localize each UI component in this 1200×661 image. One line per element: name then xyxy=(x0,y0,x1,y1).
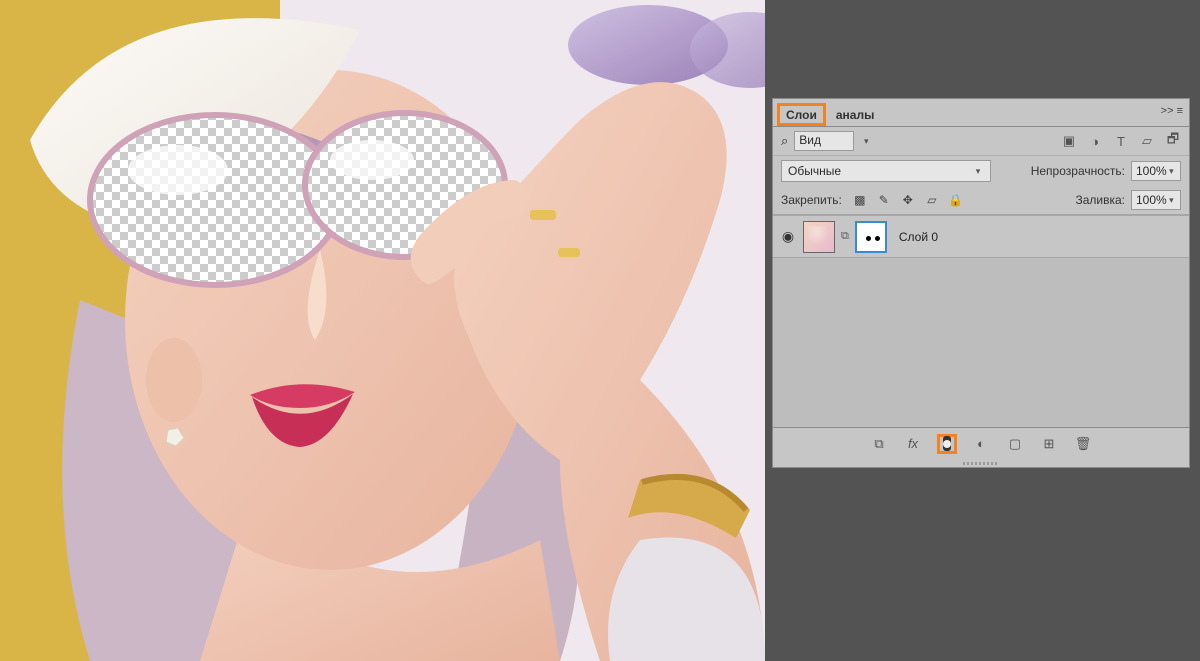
panel-footer: ⧉ fx ◐ ▢ ⊞ 🗑 xyxy=(773,427,1189,459)
delete-layer-icon[interactable]: 🗑 xyxy=(1073,434,1093,454)
tab-layers[interactable]: Слои xyxy=(777,103,826,126)
layer-list[interactable]: ◉ ⧉ Слой 0 xyxy=(773,215,1189,427)
filter-pixel-icon[interactable]: ▣ xyxy=(1061,133,1077,149)
fill-label: Заливка: xyxy=(1075,193,1125,207)
panel-tabs: Слои аналы >> ≡ xyxy=(773,99,1189,127)
search-icon: ⌕ xyxy=(781,133,788,149)
lock-label: Закрепить: xyxy=(781,193,842,207)
filter-smart-icon[interactable]: 🗗 xyxy=(1165,133,1181,149)
new-group-icon[interactable]: ▢ xyxy=(1005,434,1025,454)
filter-shape-icon[interactable]: ▱ xyxy=(1139,133,1155,149)
opacity-label: Непрозрачность: xyxy=(1031,164,1125,178)
add-mask-button[interactable] xyxy=(937,434,957,454)
tab-channels[interactable]: аналы xyxy=(826,103,884,126)
layer-filter-kind[interactable]: Вид xyxy=(794,131,854,151)
lock-all-icon[interactable]: 🔒 xyxy=(948,192,964,208)
lock-transparent-icon[interactable]: ▩ xyxy=(852,192,868,208)
layers-panel: Слои аналы >> ≡ ⌕ Вид ▾ ▣ ◑ T ▱ 🗗 Обычны… xyxy=(772,98,1190,468)
blend-mode-select[interactable]: Обычные▾ xyxy=(781,160,991,182)
mask-link-icon[interactable]: ⧉ xyxy=(841,230,849,243)
layer-filter-buttons: ▣ ◑ T ▱ 🗗 xyxy=(1061,133,1181,149)
panel-resize-grip[interactable] xyxy=(773,459,1189,467)
filter-type-icon[interactable]: T xyxy=(1113,133,1129,149)
visibility-icon[interactable]: ◉ xyxy=(779,228,797,245)
lock-artboard-icon[interactable]: ▱ xyxy=(924,192,940,208)
layer-search-row: ⌕ Вид ▾ ▣ ◑ T ▱ 🗗 xyxy=(773,127,1189,156)
editor-canvas[interactable] xyxy=(0,0,765,661)
lock-pixels-icon[interactable]: ✎ xyxy=(876,192,892,208)
link-layers-icon[interactable]: ⧉ xyxy=(869,434,889,454)
layer-name[interactable]: Слой 0 xyxy=(893,230,938,244)
fx-icon[interactable]: fx xyxy=(903,434,923,454)
new-layer-icon[interactable]: ⊞ xyxy=(1039,434,1059,454)
layer-mask-thumbnail[interactable] xyxy=(855,221,887,253)
blend-row: Обычные▾ Непрозрачность: 100%▾ xyxy=(773,156,1189,186)
layer-thumbnail[interactable] xyxy=(803,221,835,253)
new-adjustment-icon[interactable]: ◐ xyxy=(971,434,991,454)
opacity-input[interactable]: 100%▾ xyxy=(1131,161,1181,181)
lock-position-icon[interactable]: ✥ xyxy=(900,192,916,208)
fill-input[interactable]: 100%▾ xyxy=(1131,190,1181,210)
layer-row[interactable]: ◉ ⧉ Слой 0 xyxy=(773,216,1189,258)
chevron-down-icon[interactable]: ▾ xyxy=(860,136,872,147)
filter-adjust-icon[interactable]: ◑ xyxy=(1087,133,1103,149)
lock-row: Закрепить: ▩ ✎ ✥ ▱ 🔒 Заливка: 100%▾ xyxy=(773,186,1189,215)
panel-collapse-icon[interactable]: >> ≡ xyxy=(1161,105,1183,117)
